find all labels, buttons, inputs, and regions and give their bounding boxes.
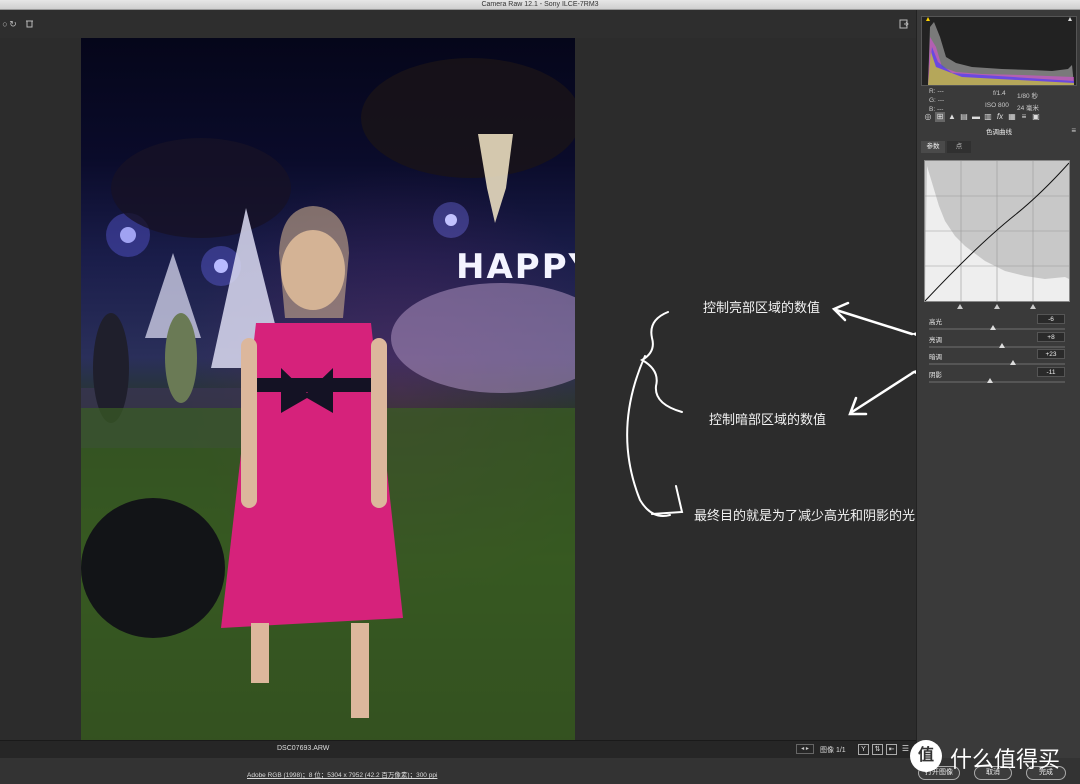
preview-canvas: HAPPY bbox=[0, 38, 916, 740]
swap-icon[interactable]: ⇅ bbox=[872, 744, 883, 755]
photo-preview[interactable]: HAPPY bbox=[81, 38, 575, 740]
filename: DSC07693.ARW bbox=[277, 745, 330, 752]
aperture: f/1.4 bbox=[993, 90, 1006, 97]
image-counter: 图像 1/1 bbox=[820, 747, 846, 754]
slider-value[interactable]: -6 bbox=[1037, 314, 1065, 324]
hsl-icon[interactable]: ▤ bbox=[959, 112, 969, 122]
g-label: G: bbox=[929, 97, 936, 104]
slider-thumb[interactable] bbox=[986, 378, 993, 383]
slider-thumb[interactable] bbox=[999, 343, 1006, 348]
slider-value[interactable]: +8 bbox=[1037, 332, 1065, 342]
window-title: Camera Raw 12.1 - Sony ILCE-7RM3 bbox=[0, 0, 1080, 10]
shutter: 1/80 秒 bbox=[1017, 93, 1038, 100]
copy-settings-icon[interactable]: ⇤ bbox=[886, 744, 897, 755]
slider-label: 暗调 bbox=[929, 354, 942, 361]
snapshots-icon[interactable]: ▣ bbox=[1031, 112, 1041, 122]
slider-track[interactable] bbox=[929, 381, 1065, 383]
split-tone-icon[interactable]: ▬ bbox=[971, 112, 981, 122]
status-bar: DSC07693.ARW ◂ ▸ 图像 1/1 Y ⇅ ⇤ ☰ bbox=[0, 740, 916, 758]
lens-icon[interactable]: ▥ bbox=[983, 112, 993, 122]
trash-icon[interactable] bbox=[24, 19, 34, 29]
nav-arrows[interactable]: ◂ ▸ bbox=[796, 744, 814, 754]
before-after-y-icon[interactable]: Y bbox=[858, 744, 869, 755]
slider-track[interactable] bbox=[929, 363, 1065, 365]
section-title: 色调曲线 bbox=[986, 129, 1012, 136]
tone-curve-graph[interactable] bbox=[924, 160, 1070, 302]
tab-point[interactable]: 点 bbox=[947, 141, 971, 153]
slider-thumb[interactable] bbox=[989, 325, 996, 330]
curve-tabs: 参数 点 bbox=[919, 140, 1079, 154]
adjustment-panel: R: --- G: --- B: --- f/1.4 1/80 秒 ISO 80… bbox=[916, 10, 1080, 758]
rotate-icon[interactable]: ↻ bbox=[8, 19, 18, 29]
presets-icon[interactable]: ≡ bbox=[1019, 112, 1029, 122]
slider-track[interactable] bbox=[929, 346, 1065, 348]
histogram bbox=[921, 16, 1077, 86]
tab-parametric[interactable]: 参数 bbox=[921, 141, 945, 153]
focal-length: 24 毫米 bbox=[1017, 105, 1040, 112]
annotation-highlights: 控制亮部区域的数值 bbox=[703, 301, 821, 316]
top-toolbar: ○ ↻ bbox=[0, 10, 916, 38]
split-handle-1[interactable] bbox=[957, 304, 963, 309]
slider-label: 阴影 bbox=[929, 372, 942, 379]
watermark-badge: 值 bbox=[910, 740, 942, 772]
r-value: --- bbox=[937, 88, 944, 95]
fx-icon[interactable]: fx bbox=[995, 112, 1005, 122]
annotation-shadows: 控制暗部区域的数值 bbox=[709, 413, 827, 428]
detail-icon[interactable]: ▲ bbox=[947, 112, 957, 122]
slider-value[interactable]: +23 bbox=[1037, 349, 1065, 359]
split-handle-2[interactable] bbox=[994, 304, 1000, 309]
slider-track[interactable] bbox=[929, 328, 1065, 330]
watermark-text: 什么值得买 bbox=[950, 748, 1061, 773]
slider-shadows: 阴影 -11 bbox=[929, 367, 1065, 387]
slider-label: 高光 bbox=[929, 319, 942, 326]
slider-label: 亮调 bbox=[929, 337, 942, 344]
split-handle-3[interactable] bbox=[1030, 304, 1036, 309]
g-value: --- bbox=[937, 97, 945, 104]
tone-curve-icon[interactable]: ⊞ bbox=[935, 112, 945, 122]
calibration-icon[interactable]: ▦ bbox=[1007, 112, 1017, 122]
fullscreen-icon[interactable] bbox=[899, 19, 909, 29]
panel-menu-icon[interactable]: ≡ bbox=[1071, 126, 1076, 135]
slider-thumb[interactable] bbox=[1009, 360, 1016, 365]
iso: ISO 800 bbox=[985, 102, 1009, 109]
r-label: R: bbox=[929, 88, 936, 95]
workflow-options-link[interactable]: Adobe RGB (1998)；8 位；5304 x 7952 (42.2 百… bbox=[247, 769, 437, 779]
annotation-goal: 最终目的就是为了减少高光和阴影的光比 bbox=[694, 509, 929, 524]
slider-value[interactable]: -11 bbox=[1037, 367, 1065, 377]
svg-text:HAPPY: HAPPY bbox=[456, 247, 575, 287]
panel-tool-strip: ◎ ⊞ ▲ ▤ ▬ ▥ fx ▦ ≡ ▣ bbox=[919, 112, 1079, 124]
basic-icon[interactable]: ◎ bbox=[923, 112, 933, 122]
